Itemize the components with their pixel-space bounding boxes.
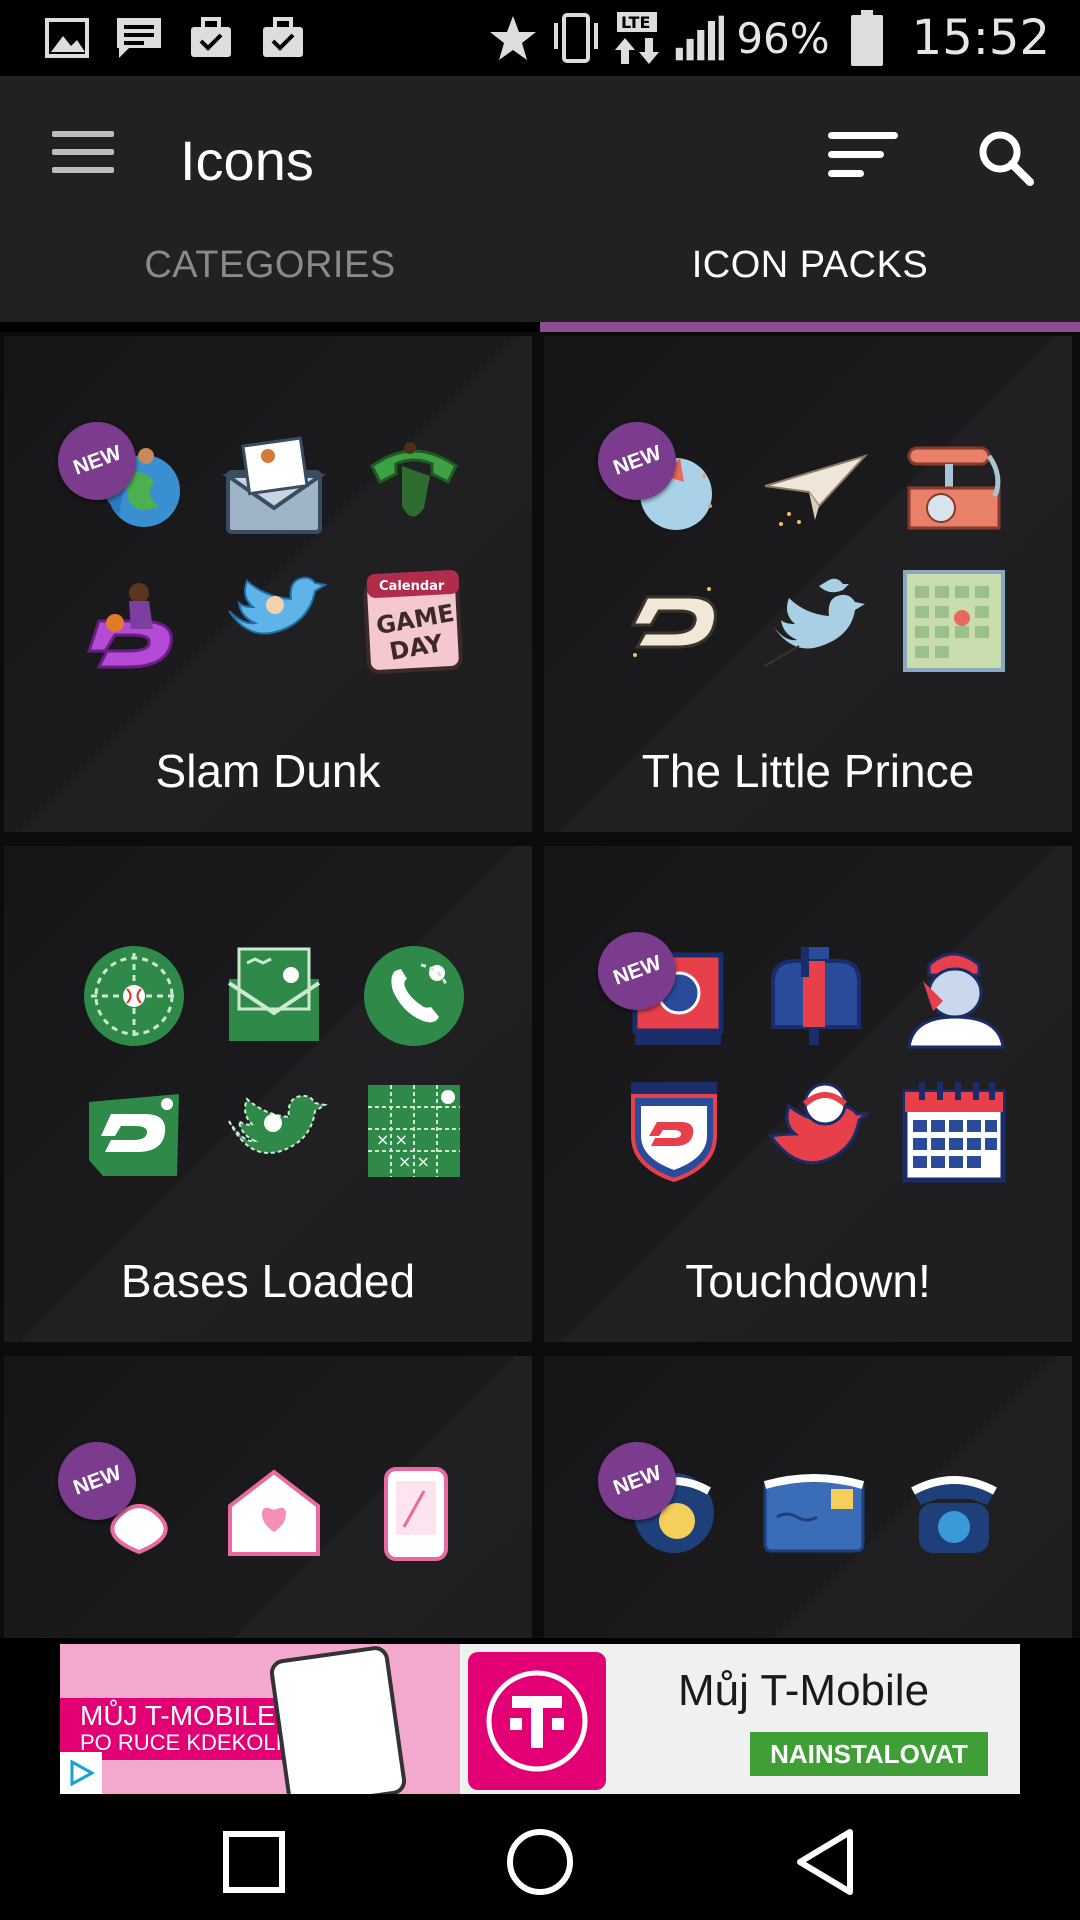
svg-text:× ×: × × [398, 1152, 430, 1171]
signal-icon [674, 13, 725, 63]
navigation-bar [0, 1794, 1080, 1920]
new-badge: NEW [598, 932, 676, 1010]
battery-percent: 96% [736, 13, 830, 63]
icon-pack-card[interactable]: NEW [2, 1354, 534, 1638]
vibrate-icon [550, 13, 600, 63]
icon-pack-card[interactable]: × × × × Bases Loaded [2, 844, 534, 1344]
twitter-icon [218, 1075, 330, 1187]
mail-icon [218, 430, 330, 542]
paper-plane-icon [758, 430, 870, 542]
icon-pack-card[interactable]: NEW Touchdown! [542, 844, 1074, 1344]
heart-mail-icon [218, 1450, 330, 1562]
calendar-game-day-icon: Calendar GAME DAY [358, 565, 470, 677]
tab-bar: CATEGORIES ICON PACKS [0, 244, 1080, 322]
phone-image-icon [268, 1644, 408, 1794]
snow-mail-icon [758, 1450, 870, 1562]
svg-text:× ×: × × [376, 1130, 408, 1149]
icon-pack-name: The Little Prince [641, 745, 975, 797]
tab-categories[interactable]: CATEGORIES [0, 244, 540, 322]
twitter-icon [758, 565, 870, 677]
page-title: Icons [180, 129, 314, 192]
icon-pack-name: Slam Dunk [155, 745, 381, 797]
new-badge: NEW [598, 1442, 676, 1520]
phone-icon [358, 940, 470, 1052]
ad-banner[interactable]: MŮJ T-MOBILE PO RUCE KDEKOLIV Můj T-Mobi… [60, 1644, 1020, 1794]
icon-pack-grid[interactable]: NEW Calendar GAME DAY Slam Dunk NEW The Li… [0, 332, 1080, 1638]
zedge-d-icon [618, 565, 730, 677]
svg-text:Calendar: Calendar [379, 579, 445, 594]
ad-choices-icon[interactable] [60, 1752, 102, 1794]
twitter-icon [218, 565, 330, 677]
briefcase-check-icon [258, 13, 308, 63]
icon-pack-card[interactable]: NEW [542, 1354, 1074, 1638]
recents-button[interactable] [216, 1824, 292, 1900]
image-icon [42, 13, 92, 63]
install-button[interactable]: NAINSTALOVAT [750, 1732, 988, 1776]
new-badge: NEW [58, 1442, 136, 1520]
telephone-icon [898, 430, 1010, 542]
new-badge: NEW [598, 422, 676, 500]
tab-icon-packs[interactable]: ICON PACKS [540, 244, 1080, 322]
phone-icon [358, 430, 470, 542]
home-button[interactable] [502, 1824, 578, 1900]
calendar-icon [898, 1075, 1010, 1187]
heart-phone-icon [358, 1450, 470, 1562]
briefcase-check-icon [186, 13, 236, 63]
shield-d-icon [618, 1075, 730, 1187]
zedge-d-icon [78, 1075, 190, 1187]
snow-telephone-icon [898, 1450, 1010, 1562]
search-icon[interactable] [976, 128, 1036, 188]
calendar-icon [898, 565, 1010, 677]
mailbox-icon [758, 940, 870, 1052]
new-badge: NEW [58, 422, 136, 500]
dunk-d-icon [78, 565, 190, 677]
browser-baseball-icon [78, 940, 190, 1052]
clock: 15:52 [911, 10, 1050, 66]
twitter-football-icon [758, 1075, 870, 1187]
sort-icon[interactable] [828, 132, 898, 182]
back-button[interactable] [788, 1824, 864, 1900]
icon-pack-card[interactable]: NEW Calendar GAME DAY Slam Dunk [2, 334, 534, 834]
star-icon [488, 13, 538, 63]
svg-text:LTE: LTE [621, 13, 650, 32]
t-mobile-logo-icon [468, 1652, 606, 1790]
app-bar: Icons CATEGORIES ICON PACKS [0, 76, 1080, 322]
calendar-icon: × × × × [358, 1075, 470, 1187]
ad-app-title: Můj T-Mobile [678, 1666, 930, 1715]
ad-headline: MŮJ T-MOBILE [80, 1700, 276, 1731]
battery-icon [842, 10, 892, 66]
status-bar: LTE 96% 15:52 [0, 0, 1080, 76]
icon-pack-name: Bases Loaded [120, 1255, 416, 1307]
lte-icon: LTE [612, 12, 662, 64]
ad-subheadline: PO RUCE KDEKOLIV [80, 1730, 297, 1755]
mail-icon [218, 940, 330, 1052]
message-icon [114, 13, 164, 63]
icon-pack-name: Touchdown! [685, 1255, 931, 1307]
tab-indicator [540, 322, 1080, 332]
ad-image: MŮJ T-MOBILE PO RUCE KDEKOLIV [60, 1644, 460, 1794]
coach-phone-icon [898, 940, 1010, 1052]
icon-pack-card[interactable]: NEW The Little Prince [542, 334, 1074, 834]
hamburger-menu-icon[interactable] [52, 131, 114, 181]
